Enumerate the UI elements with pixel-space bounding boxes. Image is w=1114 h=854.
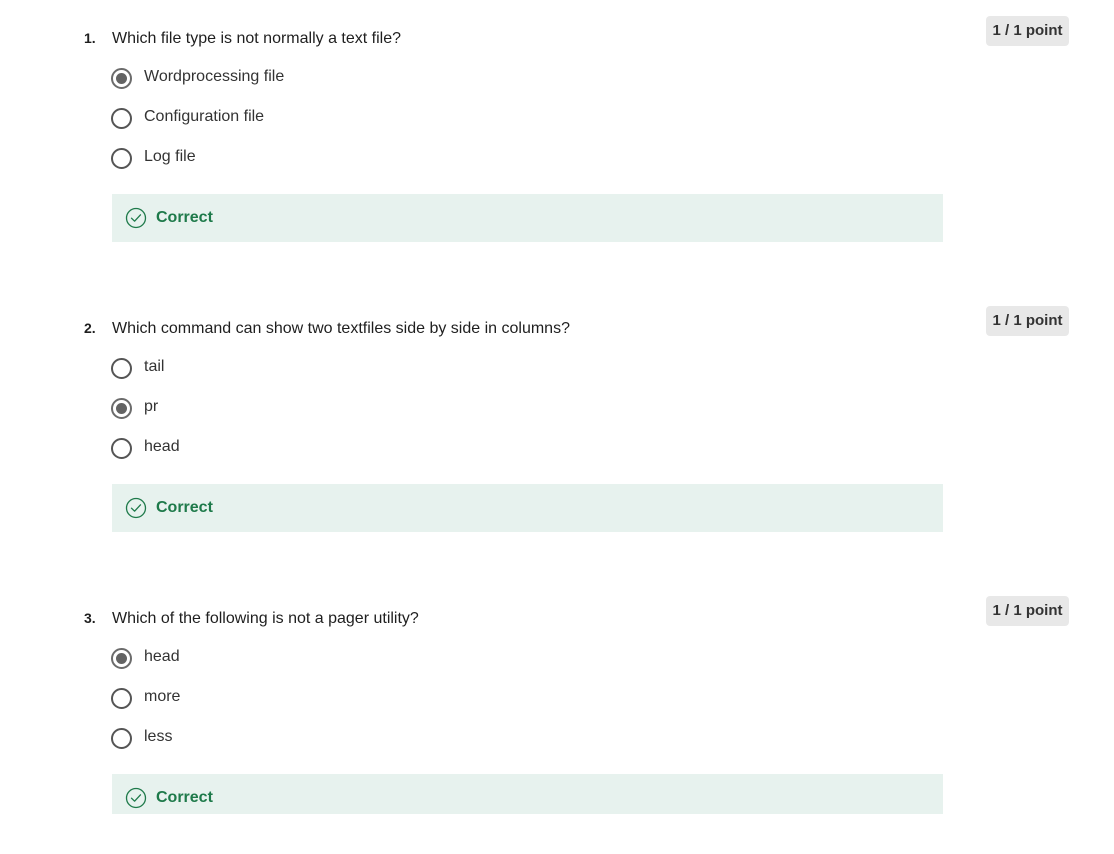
question-number: 1.	[84, 30, 96, 46]
radio-empty-icon[interactable]	[111, 728, 132, 749]
radio-empty-icon[interactable]	[111, 108, 132, 129]
options-list: Wordprocessing file Configuration file L…	[111, 66, 511, 186]
option-log-file[interactable]: Log file	[111, 146, 511, 186]
option-label: more	[144, 688, 181, 705]
points-badge: 1 / 1 point	[986, 306, 1069, 336]
options-list: tail pr head	[111, 356, 511, 476]
option-configuration-file[interactable]: Configuration file	[111, 106, 511, 146]
option-label: Configuration file	[144, 108, 265, 125]
option-label: head	[144, 648, 180, 665]
check-circle-icon	[125, 787, 147, 809]
option-label: pr	[144, 398, 159, 415]
option-label: tail	[144, 358, 165, 375]
radio-empty-icon[interactable]	[111, 438, 132, 459]
feedback-label: Correct	[156, 209, 213, 226]
option-label: Wordprocessing file	[144, 68, 285, 85]
feedback-label: Correct	[156, 789, 213, 806]
check-circle-icon	[125, 497, 147, 519]
option-tail[interactable]: tail	[111, 356, 511, 396]
radio-empty-icon[interactable]	[111, 688, 132, 709]
radio-empty-icon[interactable]	[111, 148, 132, 169]
feedback-banner: Correct	[112, 484, 943, 532]
option-head[interactable]: head	[111, 436, 511, 476]
feedback-banner: Correct	[112, 774, 943, 814]
radio-selected-icon[interactable]	[111, 398, 132, 419]
option-pr[interactable]: pr	[111, 396, 511, 436]
question-text: Which file type is not normally a text f…	[112, 30, 402, 47]
check-circle-icon	[125, 207, 147, 229]
option-wordprocessing-file[interactable]: Wordprocessing file	[111, 66, 511, 106]
question-text: Which command can show two textfiles sid…	[112, 320, 570, 337]
points-badge: 1 / 1 point	[986, 16, 1069, 46]
points-badge: 1 / 1 point	[986, 596, 1069, 626]
quiz-results-page: 1. Which file type is not normally a tex…	[0, 0, 1114, 854]
question-number: 3.	[84, 610, 96, 626]
radio-empty-icon[interactable]	[111, 358, 132, 379]
option-label: less	[144, 728, 173, 745]
option-label: Log file	[144, 148, 196, 165]
question-number: 2.	[84, 320, 96, 336]
options-list: head more less	[111, 646, 511, 766]
question-text: Which of the following is not a pager ut…	[112, 610, 419, 627]
radio-selected-icon[interactable]	[111, 68, 132, 89]
option-less[interactable]: less	[111, 726, 511, 766]
option-label: head	[144, 438, 180, 455]
feedback-banner: Correct	[112, 194, 943, 242]
option-head[interactable]: head	[111, 646, 511, 686]
feedback-label: Correct	[156, 499, 213, 516]
option-more[interactable]: more	[111, 686, 511, 726]
radio-selected-icon[interactable]	[111, 648, 132, 669]
